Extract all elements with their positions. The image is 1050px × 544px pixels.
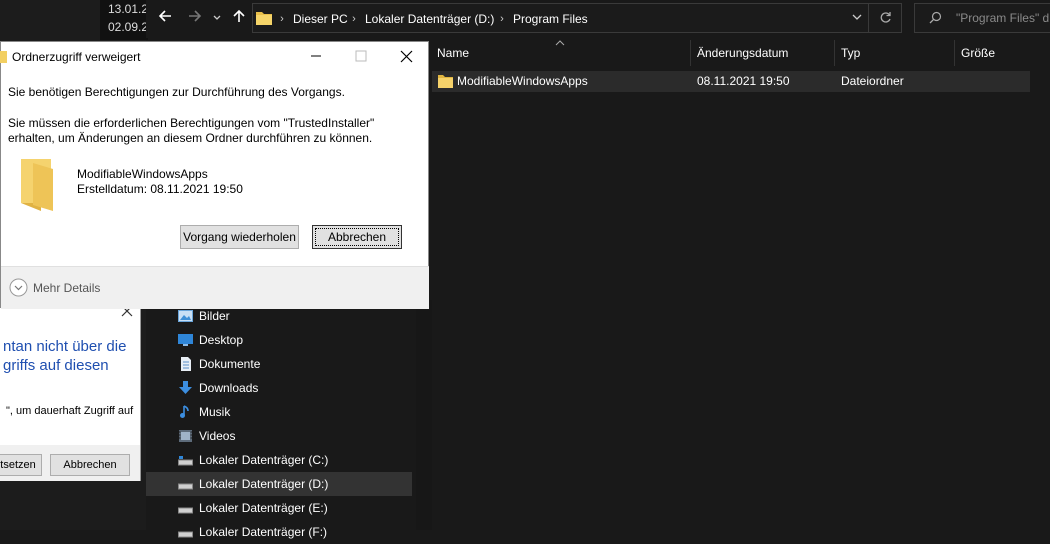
- breadcrumb-chevron-icon: ›: [352, 13, 356, 25]
- recent-locations-button[interactable]: [211, 8, 223, 30]
- column-header-type[interactable]: Typ: [841, 40, 860, 66]
- search-placeholder: "Program Files" du: [956, 11, 1050, 25]
- close-icon[interactable]: [400, 50, 413, 66]
- background-dialog-footer: tsetzen Abbrechen: [0, 445, 140, 481]
- set-button[interactable]: tsetzen: [0, 454, 42, 476]
- minimize-icon[interactable]: [310, 50, 322, 65]
- drive-icon: [178, 456, 193, 466]
- dialog-message: Sie müssen die erforderlichen Berechtigu…: [8, 116, 375, 130]
- nav-item-documents[interactable]: Dokumente: [146, 352, 412, 376]
- dialog-message: Sie benötigen Berechtigungen zur Durchfü…: [8, 85, 345, 99]
- nav-label: Dokumente: [199, 357, 261, 371]
- background-dialog-text: ", um dauerhaft Zugriff auf: [6, 405, 134, 417]
- background-dialog-heading: ntan nicht über die: [3, 338, 127, 355]
- column-header-name[interactable]: Name: [437, 40, 469, 66]
- pictures-icon: [178, 310, 193, 322]
- nav-item-drive-d[interactable]: Lokaler Datenträger (D:): [146, 472, 412, 496]
- desktop-icon: [178, 334, 193, 346]
- file-name: ModifiableWindowsApps: [457, 74, 588, 88]
- cancel-button[interactable]: Abbrechen: [312, 225, 402, 249]
- navigation-pane: Bilder Desktop Dokumente Downloads Musik…: [146, 300, 416, 539]
- chevron-down-icon: [9, 278, 28, 297]
- arrow-up-icon: [233, 9, 245, 22]
- background-dialog: ntan nicht über die griffs auf diesen ",…: [0, 301, 141, 481]
- maximize-icon: [355, 50, 367, 65]
- nav-label: Lokaler Datenträger (E:): [199, 501, 328, 515]
- folder-name: ModifiableWindowsApps: [77, 167, 208, 181]
- access-denied-dialog: Ordnerzugriff verweigert Sie benötigen B…: [0, 41, 430, 309]
- nav-item-drive-f[interactable]: Lokaler Datenträger (F:): [146, 520, 412, 544]
- background-date: 02.09.2: [108, 20, 148, 34]
- background-date: 13.01.2: [108, 2, 148, 16]
- nav-item-drive-e[interactable]: Lokaler Datenträger (E:): [146, 496, 412, 520]
- file-row[interactable]: ModifiableWindowsApps 08.11.2021 19:50 D…: [432, 71, 1030, 92]
- dialog-footer: Mehr Details: [1, 266, 429, 309]
- search-box[interactable]: "Program Files" du: [914, 3, 1050, 33]
- drive-icon: [178, 483, 193, 490]
- retry-button[interactable]: Vorgang wiederholen: [180, 225, 299, 249]
- address-dropdown-icon[interactable]: [851, 11, 863, 26]
- nav-label: Desktop: [199, 333, 244, 347]
- up-button[interactable]: [228, 8, 250, 30]
- folder-icon: [438, 75, 453, 88]
- dialog-title-bar[interactable]: Ordnerzugriff verweigert: [0, 42, 430, 72]
- nav-item-music[interactable]: Musik: [146, 400, 412, 424]
- file-type: Dateiordner: [841, 74, 904, 88]
- nav-item-drive-c[interactable]: Lokaler Datenträger (C:): [146, 448, 412, 472]
- music-icon: [180, 405, 189, 418]
- address-divider: [868, 4, 869, 32]
- sort-indicator-icon: [555, 35, 565, 49]
- arrow-left-icon: [158, 10, 171, 22]
- folder-icon: [0, 51, 7, 63]
- folder-icon: [21, 159, 53, 211]
- nav-label: Lokaler Datenträger (F:): [199, 525, 328, 539]
- dialog-title: Ordnerzugriff verweigert: [12, 50, 141, 64]
- column-divider[interactable]: [954, 40, 955, 66]
- nav-label: Lokaler Datenträger (C:): [199, 453, 329, 467]
- drive-icon: [178, 507, 193, 514]
- folder-created-date: Erstelldatum: 08.11.2021 19:50: [77, 182, 243, 196]
- breadcrumb-chevron-icon: ›: [500, 13, 504, 25]
- breadcrumb-program-files[interactable]: Program Files: [513, 10, 588, 28]
- more-details-label: Mehr Details: [33, 281, 101, 295]
- file-date: 08.11.2021 19:50: [697, 74, 790, 88]
- background-dialog-heading: griffs auf diesen: [3, 357, 109, 374]
- nav-item-downloads[interactable]: Downloads: [146, 376, 412, 400]
- breadcrumb-dieser-pc[interactable]: Dieser PC: [293, 10, 348, 28]
- breadcrumb-chevron-icon: ›: [280, 13, 284, 25]
- forward-button[interactable]: [184, 8, 206, 30]
- background-date-list: 13.01.2 02.09.2: [100, 0, 148, 40]
- column-header-date[interactable]: Änderungsdatum: [697, 40, 788, 66]
- column-divider[interactable]: [834, 40, 835, 66]
- nav-item-videos[interactable]: Videos: [146, 424, 412, 448]
- search-icon: [929, 11, 942, 27]
- nav-item-desktop[interactable]: Desktop: [146, 328, 412, 352]
- breadcrumb-drive-d[interactable]: Lokaler Datenträger (D:): [365, 10, 494, 28]
- downloads-icon: [179, 381, 192, 394]
- nav-label: Downloads: [199, 381, 259, 395]
- nav-label: Lokaler Datenträger (D:): [199, 477, 329, 491]
- dialog-message: erhalten, um Änderungen an diesem Ordner…: [8, 131, 373, 145]
- videos-icon: [179, 430, 192, 442]
- back-button[interactable]: [154, 8, 176, 30]
- drive-icon: [178, 531, 193, 538]
- column-header-size[interactable]: Größe: [961, 40, 995, 66]
- nav-label: Musik: [199, 405, 231, 419]
- nav-label: Videos: [199, 429, 236, 443]
- refresh-icon[interactable]: [879, 11, 892, 27]
- documents-icon: [181, 357, 191, 371]
- arrow-right-icon: [189, 10, 202, 22]
- address-bar[interactable]: › Dieser PC › Lokaler Datenträger (D:) ›…: [252, 3, 902, 33]
- nav-scrollbar[interactable]: [416, 300, 432, 530]
- column-divider[interactable]: [690, 40, 691, 66]
- chevron-down-icon: [213, 15, 221, 20]
- cancel-button[interactable]: Abbrechen: [50, 454, 130, 476]
- folder-icon: [256, 12, 272, 25]
